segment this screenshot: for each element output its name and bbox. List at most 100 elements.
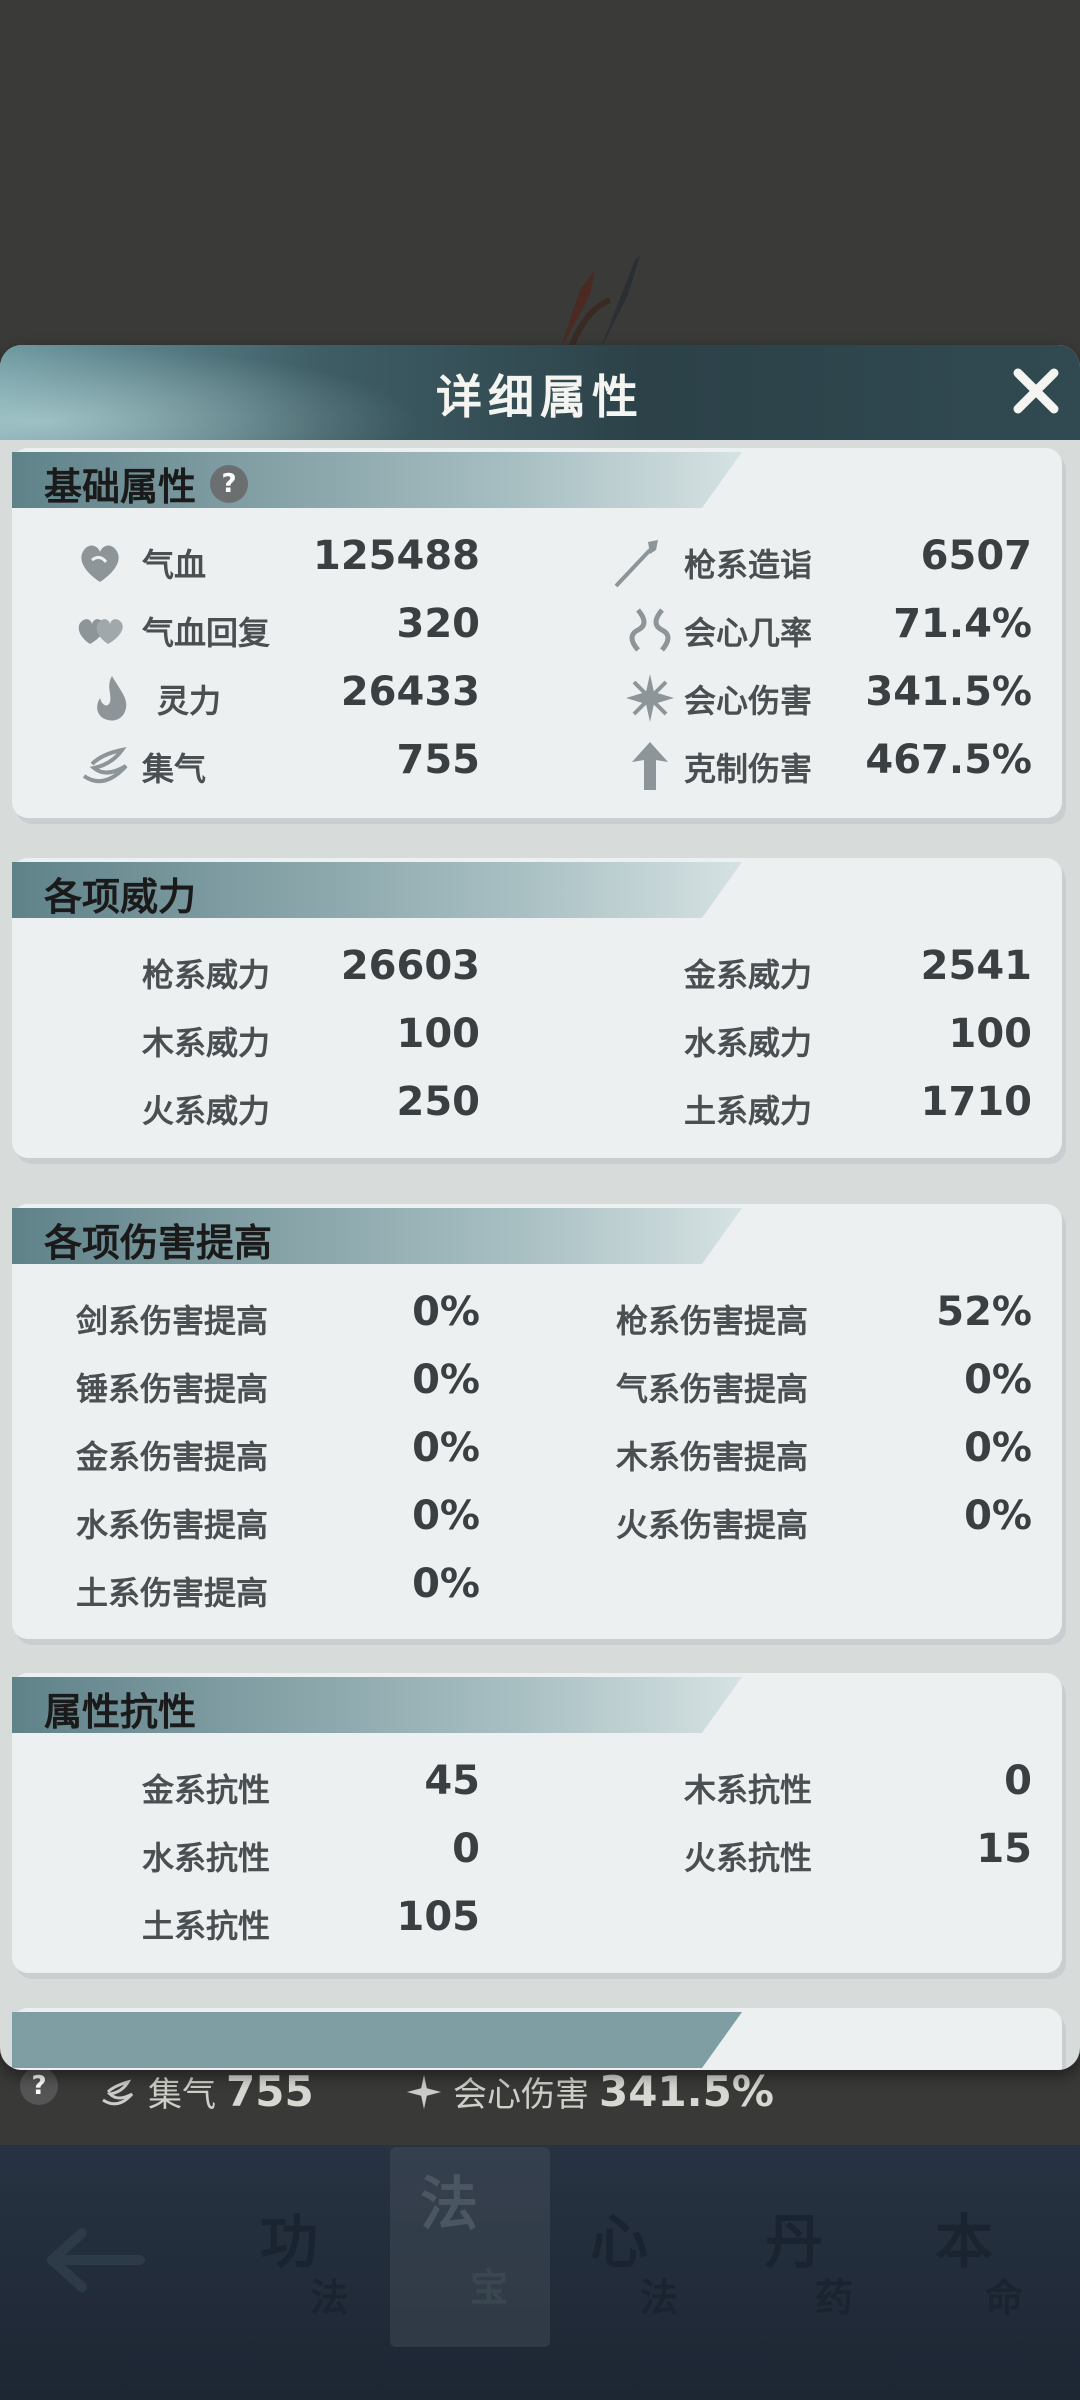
stat-value: 0% xyxy=(412,1561,480,1607)
section-header: 各项伤害提高 xyxy=(12,1208,742,1265)
stat-label: 土系抗性 xyxy=(142,1907,271,1945)
stat-value: 0% xyxy=(412,1289,480,1335)
stat-value: 125488 xyxy=(313,533,480,579)
stat-label: 枪系伤害提高 xyxy=(616,1302,809,1340)
nav-tab-1[interactable]: 法 宝 xyxy=(390,2147,550,2347)
stat-label: 土系威力 xyxy=(684,1092,813,1130)
burst-icon xyxy=(626,674,674,722)
stat-value: 45 xyxy=(424,1758,480,1804)
section-title: 属性抗性 xyxy=(44,1690,197,1734)
section-header: 属性抗性 xyxy=(12,1677,742,1734)
section-elemental-power: 各项威力 枪系威力 26603 金系威力 2541 木系威力 100 水系威力 … xyxy=(12,858,1062,1158)
modal-body[interactable]: 基础属性 ? 气血 125488 枪系造诣 6507 气血回复 320 会心几率… xyxy=(0,440,1080,2070)
section-title: 基础属性 xyxy=(44,465,197,509)
detail-attributes-modal: 详细属性 基础属性 ? 气血 125488 枪系造诣 6507 气血回复 320… xyxy=(0,345,1080,2070)
nav-tab-small-char: 宝 xyxy=(470,2265,509,2310)
stat-label: 集气 xyxy=(142,750,207,788)
stat-label: 气血回复 xyxy=(142,614,271,652)
stat-value: 2541 xyxy=(920,943,1032,989)
stat-value: 250 xyxy=(396,1079,481,1125)
stat-label: 气血 xyxy=(142,546,207,584)
nav-tab-small-char: 命 xyxy=(985,2275,1024,2320)
underlay-stat1-label: 集气 xyxy=(148,2075,216,2115)
burst-icon xyxy=(406,2074,442,2109)
stat-label: 枪系威力 xyxy=(142,956,271,994)
stat-label: 剑系伤害提高 xyxy=(76,1302,269,1340)
stat-label: 会心几率 xyxy=(684,614,813,652)
stat-label: 金系伤害提高 xyxy=(76,1438,269,1476)
stat-label: 火系抗性 xyxy=(684,1839,813,1877)
nav-tab-small-char: 法 xyxy=(310,2275,349,2320)
stat-label: 土系伤害提高 xyxy=(76,1574,269,1612)
stat-value: 26603 xyxy=(340,943,480,989)
nav-tab-big-char: 法 xyxy=(420,2170,479,2238)
stat-label: 火系威力 xyxy=(142,1092,271,1130)
stat-value: 100 xyxy=(396,1011,481,1057)
stat-value: 26433 xyxy=(340,669,480,715)
stat-value: 100 xyxy=(948,1011,1033,1057)
nav-tab-4[interactable]: 本 命 xyxy=(905,2185,1065,2345)
flame-icon xyxy=(97,676,127,721)
stat-value: 755 xyxy=(396,737,481,783)
stat-value: 0% xyxy=(412,1357,480,1403)
stat-value: 0% xyxy=(964,1493,1032,1539)
section-title: 各项威力 xyxy=(44,875,197,919)
stat-label: 水系抗性 xyxy=(142,1839,271,1877)
twin-heart-icon xyxy=(78,619,123,644)
stat-value: 1710 xyxy=(920,1079,1032,1125)
section-next-partial xyxy=(12,2008,1062,2070)
stat-label: 气系伤害提高 xyxy=(616,1370,809,1408)
swirl-icon xyxy=(102,2079,134,2105)
bottom-nav: 功 法 法 宝 心 法 丹 药 本 命 xyxy=(0,2145,1080,2400)
up-arrow-icon xyxy=(632,742,668,790)
nav-tab-2[interactable]: 心 法 xyxy=(560,2185,720,2345)
stat-label: 灵力 xyxy=(157,682,222,720)
stat-value: 320 xyxy=(396,601,481,647)
section-basic-attributes: 基础属性 ? 气血 125488 枪系造诣 6507 气血回复 320 会心几率… xyxy=(12,448,1062,818)
nav-tab-small-char: 药 xyxy=(815,2275,854,2320)
section-damage-boost: 各项伤害提高 剑系伤害提高 0% 枪系伤害提高 52% 锤系伤害提高 0% 气系… xyxy=(12,1204,1062,1639)
back-arrow-icon[interactable] xyxy=(40,2205,150,2315)
stat-label: 木系抗性 xyxy=(684,1771,813,1809)
underlay-stat2-value: 341.5% xyxy=(599,2067,774,2116)
stat-label: 会心伤害 xyxy=(684,682,813,720)
knot-icon xyxy=(629,608,671,652)
close-icon[interactable] xyxy=(1008,363,1064,419)
stat-value: 0% xyxy=(412,1493,480,1539)
stat-label: 火系伤害提高 xyxy=(616,1506,809,1544)
underlay-stat2-label: 会心伤害 xyxy=(453,2075,589,2115)
modal-header: 详细属性 xyxy=(0,345,1080,440)
heart-icon xyxy=(81,545,119,582)
stat-value: 71.4% xyxy=(893,601,1032,647)
stat-value: 0 xyxy=(452,1826,480,1872)
stat-label: 锤系伤害提高 xyxy=(76,1370,269,1408)
modal-title: 详细属性 xyxy=(436,370,644,424)
stat-value: 467.5% xyxy=(865,737,1032,783)
help-icon[interactable]: ? xyxy=(210,464,249,503)
nav-tab-0[interactable]: 功 法 xyxy=(230,2185,390,2345)
nav-tab-3[interactable]: 丹 药 xyxy=(735,2185,895,2345)
swirl-icon xyxy=(82,747,128,784)
stat-label: 枪系造诣 xyxy=(684,546,813,584)
stat-label: 水系伤害提高 xyxy=(76,1506,269,1544)
section-header: 基础属性 ? xyxy=(12,452,742,509)
underlay-stat1-value: 755 xyxy=(226,2067,314,2116)
help-icon[interactable]: ? xyxy=(20,2067,58,2105)
stat-value: 52% xyxy=(936,1289,1032,1335)
spear-icon xyxy=(614,540,658,588)
nav-tab-small-char: 法 xyxy=(640,2275,679,2320)
stat-value: 0% xyxy=(964,1357,1032,1403)
section-title: 各项伤害提高 xyxy=(44,1221,273,1265)
stat-label: 克制伤害 xyxy=(684,750,813,788)
section-header xyxy=(12,2012,742,2068)
stat-label: 木系威力 xyxy=(142,1024,271,1062)
weapon-silhouette xyxy=(560,255,640,352)
stat-label: 金系威力 xyxy=(684,956,813,994)
stat-value: 341.5% xyxy=(865,669,1032,715)
stat-value: 105 xyxy=(396,1894,481,1940)
stat-label: 水系威力 xyxy=(684,1024,813,1062)
section-header: 各项威力 xyxy=(12,862,742,919)
stat-value: 0 xyxy=(1004,1758,1032,1804)
section-resistance: 属性抗性 金系抗性 45 木系抗性 0 水系抗性 0 火系抗性 15 土系抗性 … xyxy=(12,1673,1062,1973)
stat-value: 15 xyxy=(976,1826,1032,1872)
